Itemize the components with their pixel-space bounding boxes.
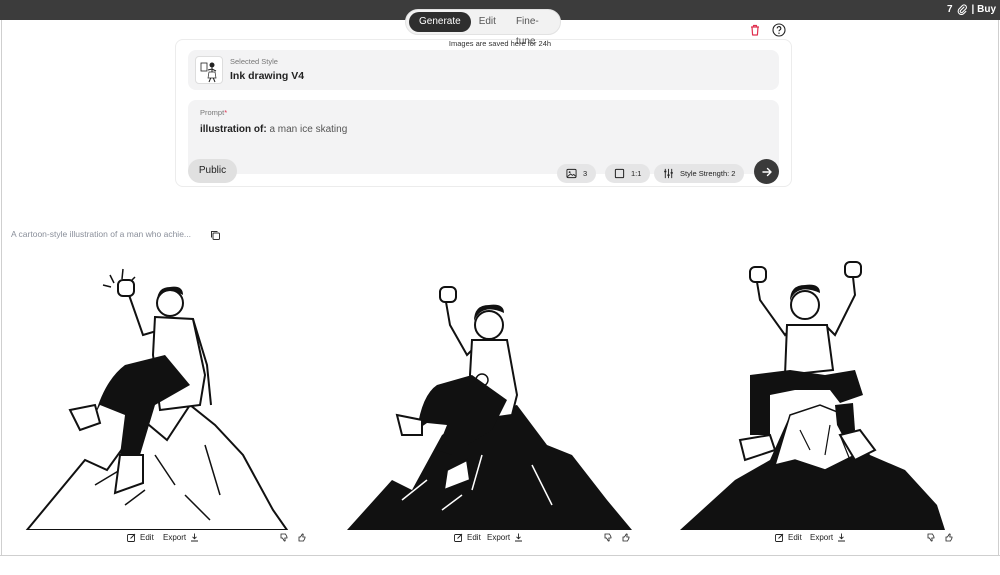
credits-area[interactable]: 7 | Buy [947, 4, 996, 15]
help-button[interactable] [771, 22, 787, 38]
export-button[interactable]: Export [810, 533, 846, 542]
delete-button[interactable] [747, 22, 763, 38]
download-icon [515, 533, 523, 542]
style-thumbnail [195, 56, 223, 84]
dislike-button[interactable] [280, 533, 289, 542]
copy-caption-button[interactable] [210, 228, 222, 240]
credit-count: 7 [946, 4, 953, 15]
arrow-right-icon [761, 167, 772, 176]
edit-icon [775, 533, 784, 542]
bottom-border [0, 555, 1000, 556]
prompt-input[interactable]: illustration of: a man ice skating [200, 124, 347, 135]
style-strength-value: Style Strength: 2 [680, 169, 736, 178]
prompt-value: a man ice skating [269, 124, 348, 135]
style-name: Ink drawing V4 [230, 70, 305, 82]
image-icon [566, 168, 577, 179]
result-actions-3: Edit Export [675, 533, 965, 547]
tab-edit[interactable]: Edit [471, 12, 506, 32]
download-icon [191, 533, 199, 542]
right-border [998, 20, 999, 555]
result-card-1: Edit Export [15, 255, 307, 550]
tab-fine-tune[interactable]: Fine-tune [506, 12, 557, 47]
like-button[interactable] [622, 533, 631, 542]
result-image-3[interactable] [675, 255, 965, 530]
result-actions-1: Edit Export [15, 533, 307, 547]
image-count-value: 3 [583, 169, 588, 178]
result-actions-2: Edit Export [342, 533, 632, 547]
aspect-ratio-button[interactable]: 1:1 [605, 164, 651, 183]
image-count-button[interactable]: 3 [557, 164, 597, 183]
edit-button[interactable]: Edit [127, 533, 154, 542]
selected-style-card[interactable]: Selected Style Ink drawing V4 [188, 50, 779, 90]
square-icon [614, 168, 625, 179]
copy-icon [211, 231, 220, 240]
thumbs-down-icon [280, 533, 288, 542]
style-strength-button[interactable]: Style Strength: 2 [654, 164, 745, 183]
left-border [1, 20, 2, 555]
edit-button[interactable]: Edit [454, 533, 481, 542]
dislike-button[interactable] [927, 533, 936, 542]
buy-link[interactable]: | Buy [972, 4, 996, 15]
prompt-card[interactable]: Prompt* illustration of: a man ice skati… [188, 100, 779, 174]
prompt-label: Prompt* [200, 108, 228, 117]
trash-icon [751, 24, 759, 36]
question-circle-icon [772, 23, 786, 37]
image-caption: A cartoon-style illustration of a man wh… [11, 229, 192, 239]
aspect-ratio-value: 1:1 [631, 169, 642, 178]
prompt-prefix: illustration of: [200, 124, 267, 135]
thumbs-up-icon [945, 533, 953, 542]
result-image-2[interactable] [342, 255, 632, 530]
edit-button[interactable]: Edit [775, 533, 802, 542]
thumbs-up-icon [298, 533, 306, 542]
thumbs-up-icon [622, 533, 630, 542]
export-button[interactable]: Export [163, 533, 199, 542]
tab-generate[interactable]: Generate [409, 12, 471, 32]
dislike-button[interactable] [604, 533, 613, 542]
app-frame: 7 | Buy Generate Edit Fine-tune Images a… [0, 0, 1000, 575]
thumbs-down-icon [927, 533, 935, 542]
download-icon [838, 533, 846, 542]
required-mark: * [224, 108, 228, 117]
thumbs-down-icon [604, 533, 612, 542]
like-button[interactable] [298, 533, 307, 542]
result-card-3: Edit Export [675, 255, 965, 550]
result-image-1[interactable] [15, 255, 305, 530]
sliders-icon [664, 168, 673, 179]
edit-icon [127, 533, 136, 542]
paperclip-icon [957, 4, 967, 15]
mode-tabs: Generate Edit Fine-tune [405, 9, 561, 47]
like-button[interactable] [945, 533, 954, 542]
export-button[interactable]: Export [487, 533, 523, 542]
generate-submit-button[interactable] [754, 159, 779, 184]
style-label: Selected Style [230, 57, 278, 66]
public-toggle-button[interactable]: Public [188, 159, 237, 183]
result-card-2: Edit Export [342, 255, 632, 550]
saved-note: Images are saved here for 24h [448, 39, 552, 48]
edit-icon [454, 533, 463, 542]
